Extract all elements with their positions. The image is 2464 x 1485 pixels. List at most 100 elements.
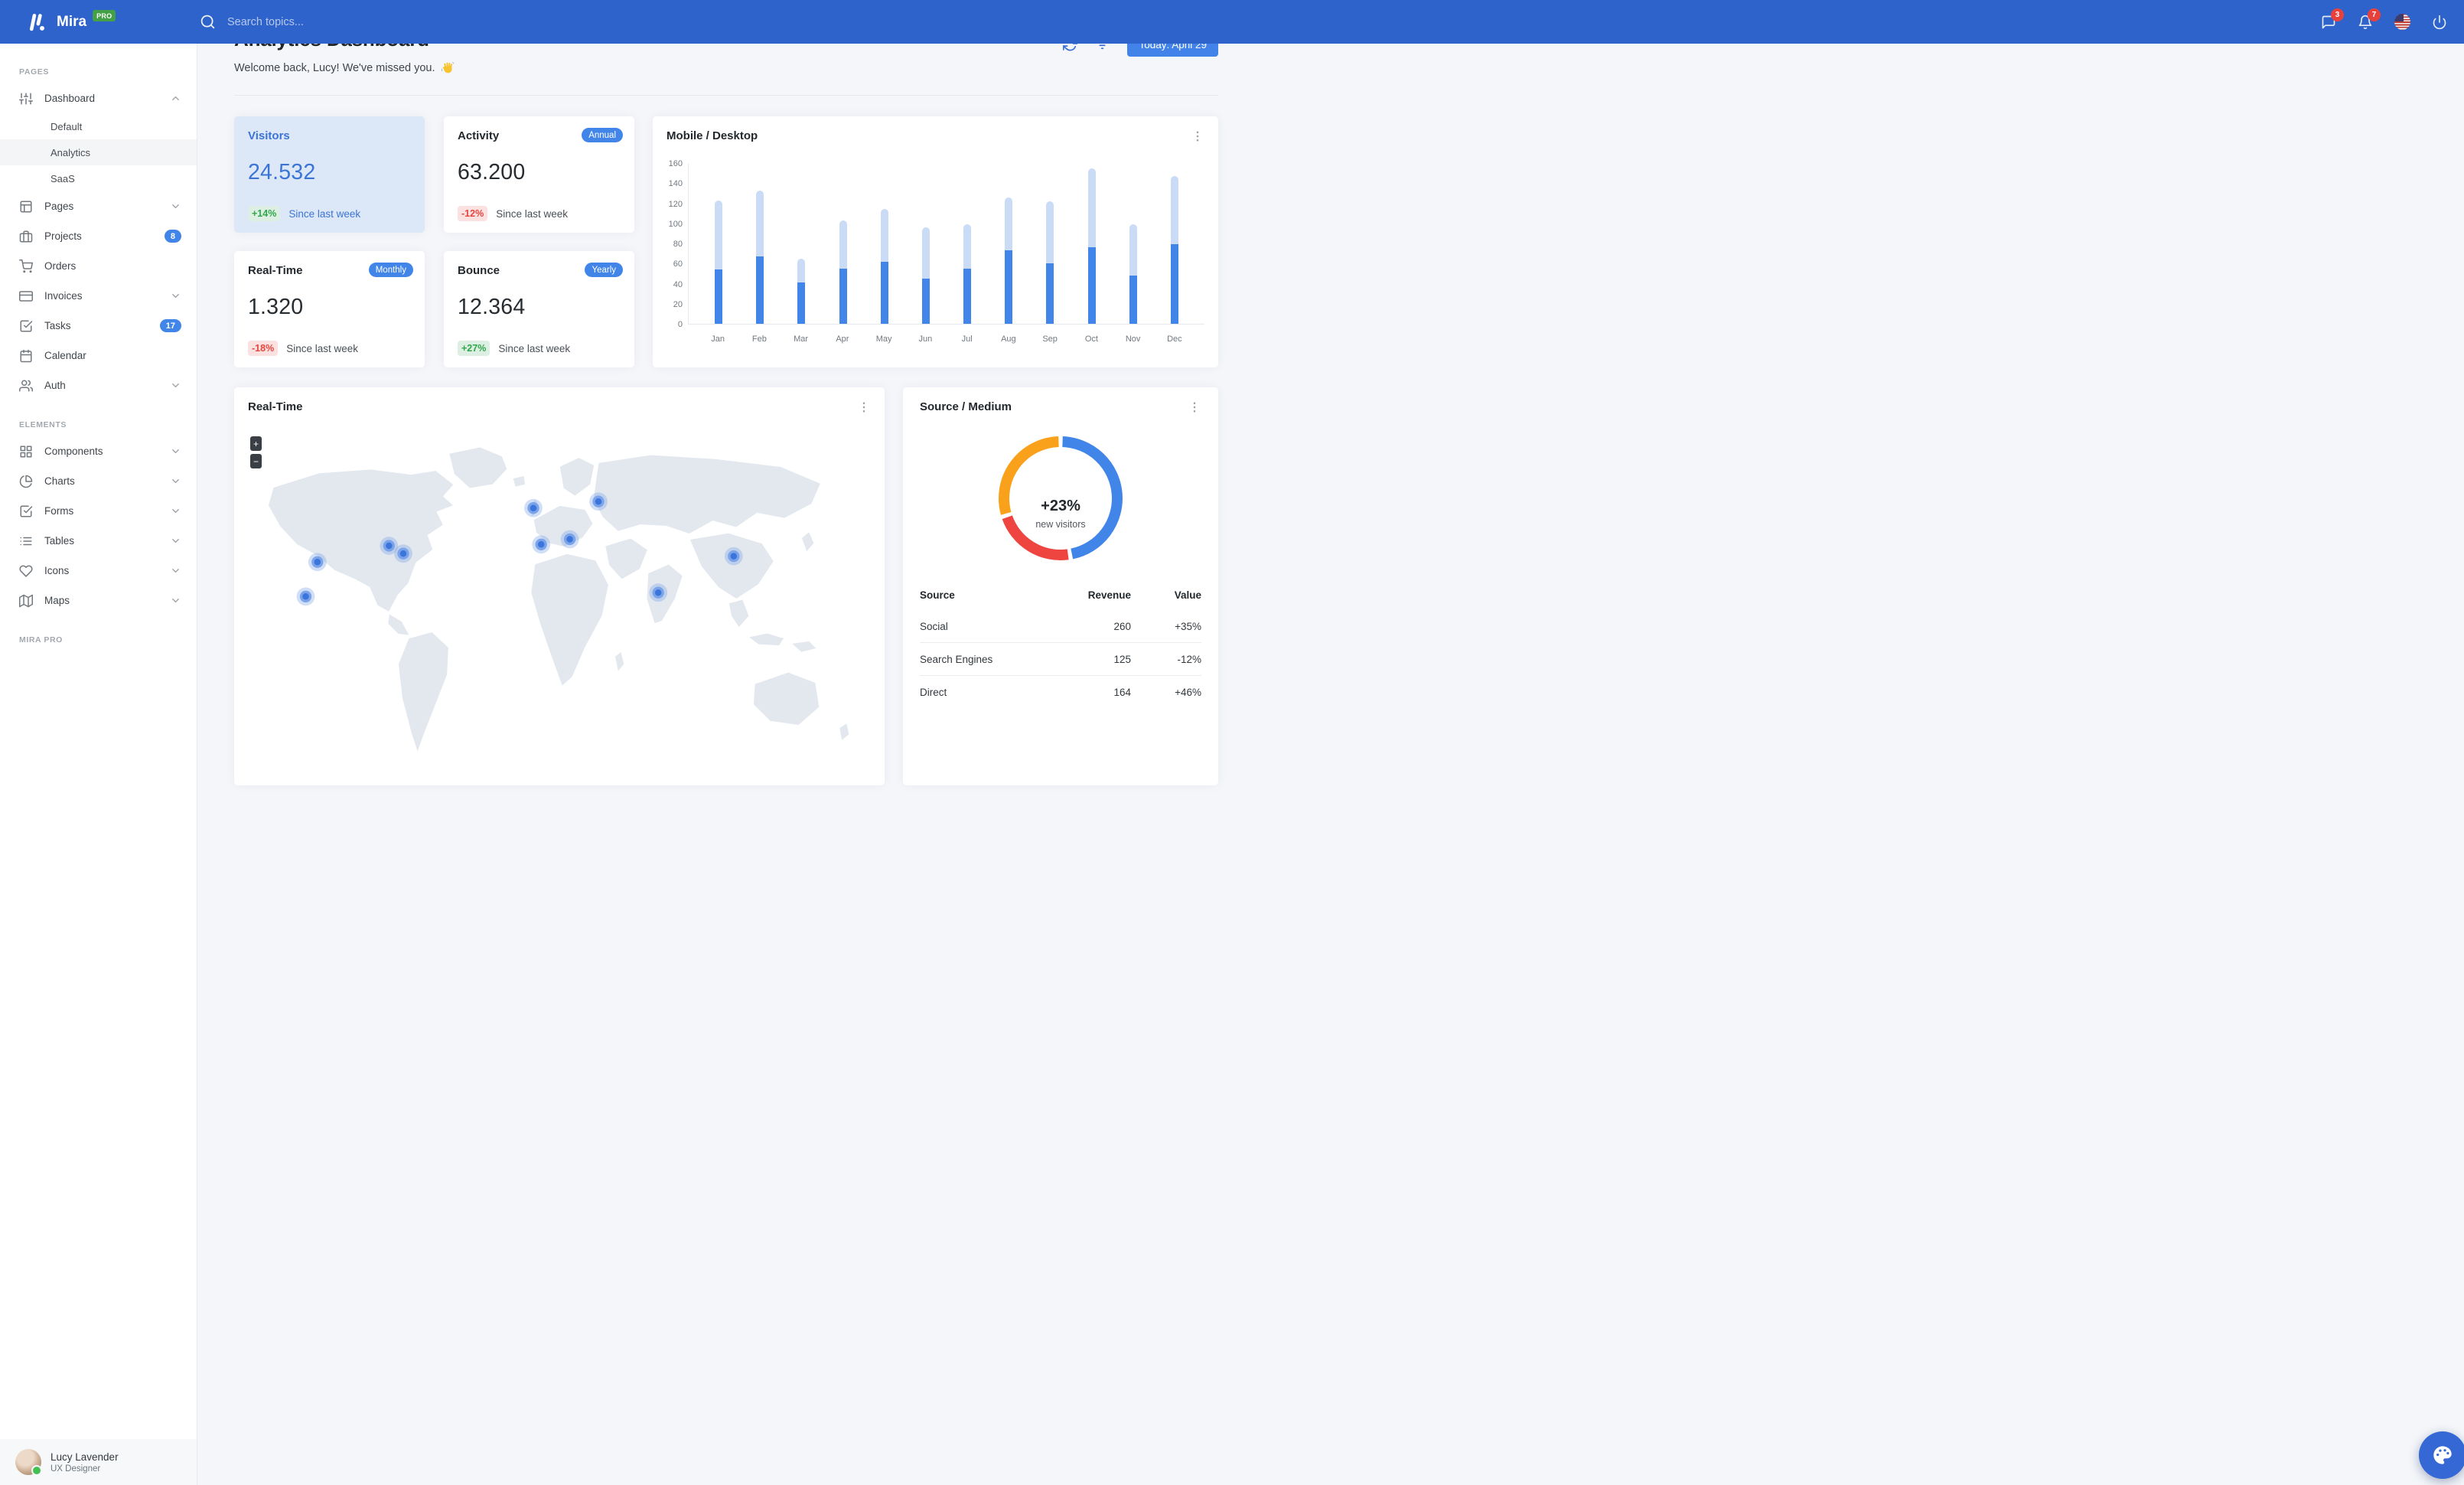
sidebar-item-tasks[interactable]: Tasks 17	[0, 311, 197, 341]
donut-chart: +23% new visitors	[920, 433, 1201, 563]
bar-may	[864, 164, 905, 324]
header-divider	[234, 95, 1218, 96]
bar-jan	[698, 164, 739, 324]
sidebar-item-tables[interactable]: Tables	[0, 526, 197, 556]
map-marker	[524, 498, 543, 517]
theme-settings-fab[interactable]	[2419, 1431, 2464, 1479]
table-header-revenue: Revenue	[1087, 589, 1131, 601]
map-marker	[308, 553, 327, 572]
sidebar-section-label-mira-pro: MIRA PRO	[19, 635, 63, 645]
table-row-direct: Direct 164 +46%	[920, 675, 1201, 708]
sidebar-item-invoices[interactable]: Invoices	[0, 281, 197, 311]
source-kebab-menu-icon[interactable]	[1188, 400, 1201, 414]
bar-aug	[988, 164, 1029, 324]
check-square-icon	[19, 319, 33, 333]
wave-emoji-icon	[441, 61, 455, 75]
power-icon[interactable]	[2432, 15, 2447, 30]
credit-card-icon	[19, 289, 33, 303]
sidebar-item-auth[interactable]: Auth	[0, 370, 197, 400]
palette-icon	[2432, 1444, 2453, 1466]
notifications-count-badge: 7	[2368, 8, 2381, 21]
brand-name: Mira	[57, 13, 87, 30]
check-square-icon	[19, 504, 33, 518]
bar-chart-plot	[688, 164, 1204, 325]
bar-chart-x-labels: Jan Feb Mar Apr May Jun Jul Aug Sep Oct Nov Dec	[711, 335, 1182, 344]
cart-icon	[19, 259, 33, 273]
sidebar-item-components[interactable]: Components	[0, 436, 197, 466]
pie-chart-icon	[19, 475, 33, 488]
chevron-down-icon	[170, 380, 181, 391]
stat-value: 24.532	[248, 160, 316, 184]
navbar-search	[200, 14, 2321, 30]
bar-feb	[739, 164, 781, 324]
sidebar-item-dashboard[interactable]: Dashboard	[0, 83, 197, 113]
map-marker	[394, 544, 412, 563]
sidebar-item-projects[interactable]: Projects 8	[0, 221, 197, 251]
stat-period-badge[interactable]: Yearly	[585, 263, 623, 277]
map-marker	[724, 547, 743, 566]
sidebar-item-icons[interactable]: Icons	[0, 556, 197, 586]
sidebar-user-profile[interactable]: Lucy Lavender UX Designer	[0, 1439, 197, 1485]
sliders-icon	[19, 92, 33, 106]
messages-icon[interactable]: 3	[2321, 8, 2344, 30]
donut-center-label: new visitors	[1035, 519, 1086, 530]
sidebar-item-calendar[interactable]: Calendar	[0, 341, 197, 370]
world-map[interactable]	[234, 429, 885, 785]
donut-center-value: +23%	[1041, 498, 1080, 514]
chevron-down-icon	[170, 475, 181, 487]
stat-card-bounce: Bounce Yearly 12.364 +27% Since last week	[444, 251, 634, 367]
sidebar-subitem-default[interactable]: Default	[0, 113, 197, 139]
list-icon	[19, 534, 33, 548]
sidebar-section-label-elements: ELEMENTS	[19, 420, 67, 429]
sidebar-item-orders[interactable]: Orders	[0, 251, 197, 281]
sidebar-subitem-saas[interactable]: SaaS	[0, 165, 197, 191]
bar-sep	[1029, 164, 1071, 324]
chevron-down-icon	[170, 445, 181, 457]
users-icon	[19, 379, 33, 393]
chevron-down-icon	[170, 505, 181, 517]
stat-period-badge[interactable]: Annual	[582, 128, 623, 142]
chevron-down-icon	[170, 565, 181, 576]
source-table: Source Revenue Value Social 260 +35% Search E…	[920, 582, 1201, 708]
chevron-up-icon	[170, 93, 181, 104]
source-card-title: Source / Medium	[920, 400, 1012, 413]
sidebar-item-pages[interactable]: Pages	[0, 191, 197, 221]
map-marker	[296, 587, 315, 606]
table-header-source: Source	[920, 589, 955, 601]
language-flag-icon[interactable]	[2394, 14, 2410, 30]
stat-delta-badge: +14%	[248, 206, 281, 221]
mobile-desktop-chart-card: Mobile / Desktop 0 20 40 60 80 100 120 140 160 J…	[653, 116, 1218, 367]
sidebar-subitem-analytics[interactable]: Analytics	[0, 139, 197, 165]
map-zoom-out-button[interactable]: −	[250, 454, 262, 468]
stat-note: Since last week	[498, 342, 571, 354]
map-marker	[560, 530, 579, 549]
table-row-social: Social 260 +35%	[920, 620, 1201, 632]
stat-delta-badge: -12%	[458, 206, 488, 221]
notifications-bell-icon[interactable]: 7	[2358, 8, 2381, 30]
stat-delta-badge: -18%	[248, 341, 279, 356]
brand-logo[interactable]: Mira PRO	[0, 10, 171, 32]
sidebar: PAGES Dashboard Default Analytics SaaS Pages P…	[0, 44, 197, 1485]
search-input[interactable]	[227, 15, 472, 28]
chevron-down-icon	[170, 535, 181, 547]
map-zoom-in-button[interactable]: +	[250, 436, 262, 451]
chart-kebab-menu-icon[interactable]	[1191, 129, 1204, 143]
welcome-message: Welcome back, Lucy! We've missed you.	[234, 61, 455, 75]
bar-jun	[905, 164, 947, 324]
sidebar-item-forms[interactable]: Forms	[0, 496, 197, 526]
stacked-bar-chart: 0 20 40 60 80 100 120 140 160	[667, 159, 1204, 329]
stat-note: Since last week	[496, 207, 568, 220]
stat-note: Since last week	[288, 207, 361, 220]
stat-card-activity: Activity Annual 63.200 -12% Since last week	[444, 116, 634, 233]
top-navbar: Mira PRO 3 7	[0, 0, 2464, 44]
map-kebab-menu-icon[interactable]	[857, 400, 871, 414]
stat-delta-badge: +27%	[458, 341, 491, 356]
sidebar-item-charts[interactable]: Charts	[0, 466, 197, 496]
sidebar-item-maps[interactable]: Maps	[0, 586, 197, 615]
grid-icon	[19, 445, 33, 459]
stat-card-visitors: Visitors 24.532 +14% Since last week	[234, 116, 425, 233]
stat-value: 1.320	[248, 295, 304, 319]
stat-card-real-time: Real-Time Monthly 1.320 -18% Since last week	[234, 251, 425, 367]
realtime-map-card: Real-Time + −	[234, 387, 885, 785]
stat-period-badge[interactable]: Monthly	[368, 263, 413, 277]
